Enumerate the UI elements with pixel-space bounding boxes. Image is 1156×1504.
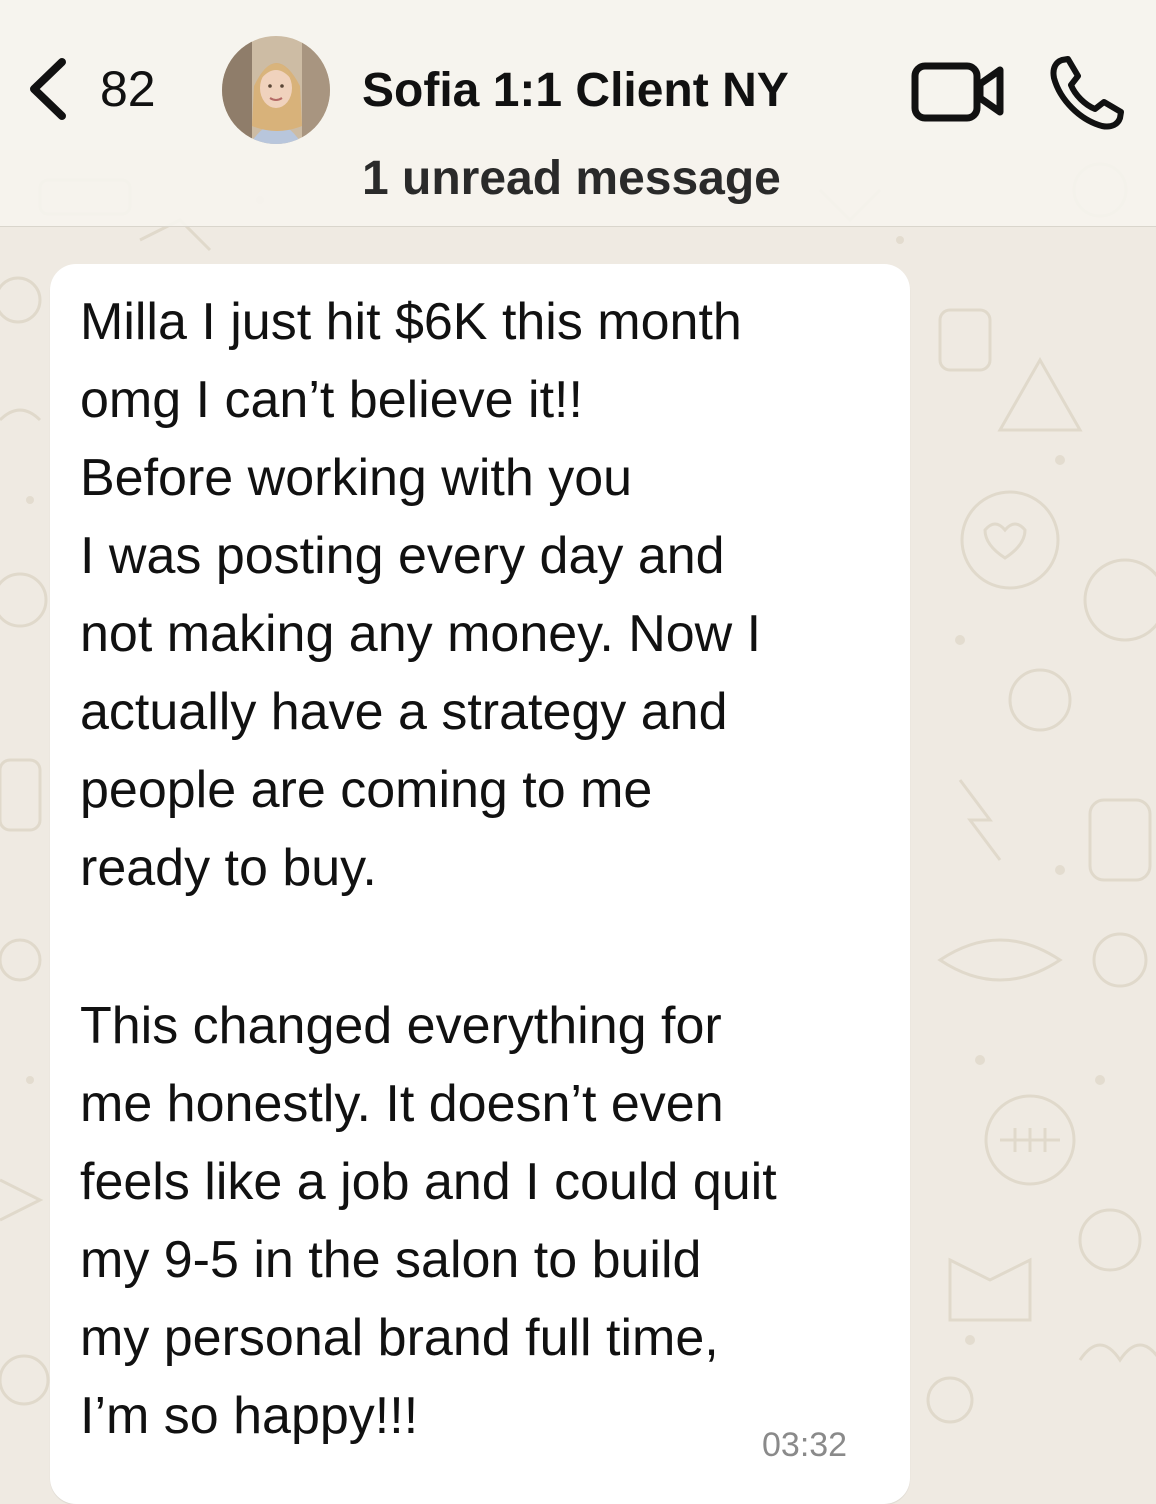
video-camera-icon (910, 62, 1006, 128)
message-line: my personal brand full time, (80, 1309, 719, 1367)
phone-icon (1048, 56, 1128, 136)
message-line: I’m so happy!!! (80, 1387, 419, 1445)
contact-name[interactable]: Sofia 1:1 Client NY (362, 62, 789, 120)
message-line: actually have a strategy and (80, 683, 728, 741)
chevron-left-icon (26, 56, 70, 122)
unread-message-label: 1 unread message (362, 152, 781, 205)
message-line: me honestly. It doesn’t even (80, 1075, 724, 1133)
message-line: my 9-5 in the salon to build (80, 1231, 702, 1289)
message-line: feels like a job and I could quit (80, 1153, 777, 1211)
message-line: Milla I just hit $6K this month (80, 293, 742, 351)
message-line: people are coming to me (80, 761, 653, 819)
unread-chats-count: 82 (100, 61, 156, 117)
message-line: Before working with you (80, 449, 633, 507)
message-line: omg I can’t believe it!! (80, 371, 583, 429)
message-line: not making any money. Now I (80, 605, 762, 663)
voice-call-button[interactable] (1048, 52, 1128, 132)
avatar[interactable] (222, 36, 330, 144)
message-line: This changed everything for (80, 997, 722, 1055)
message-line: ready to buy. (80, 839, 377, 897)
video-call-button[interactable] (910, 58, 1006, 124)
back-button[interactable]: 82 (26, 56, 156, 122)
message-line: I was posting every day and (80, 527, 725, 585)
message-timestamp: 03:32 (762, 1426, 848, 1464)
